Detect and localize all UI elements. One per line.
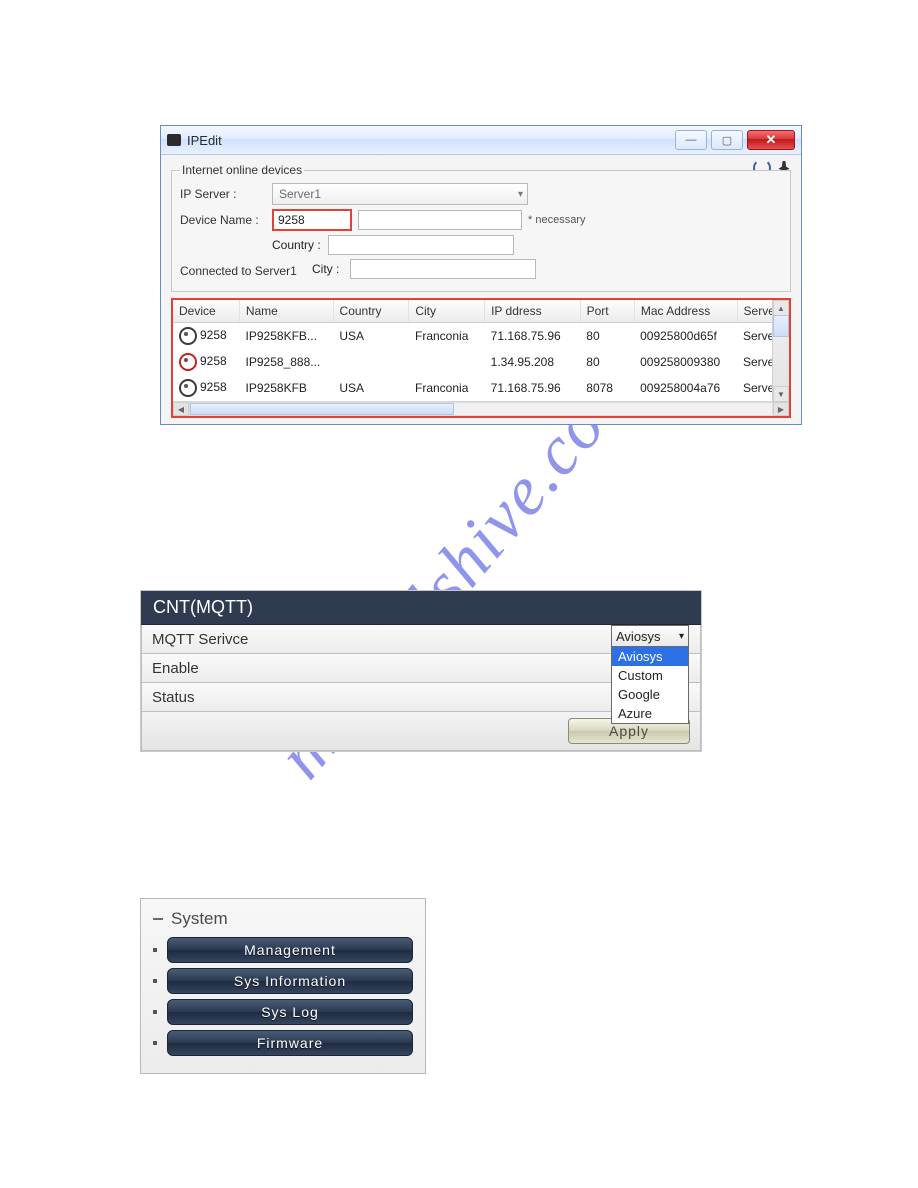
col-ip[interactable]: IP ddress xyxy=(485,300,581,322)
ipedit-window: IPEdit — ▢ ✕ Connect Disconnect xyxy=(160,125,802,425)
country-label: Country : xyxy=(272,238,322,252)
scroll-left-icon[interactable]: ◀ xyxy=(173,402,189,416)
select-dropdown: AviosysCustomGoogleAzure xyxy=(611,647,689,724)
devicename-input[interactable]: 9258 xyxy=(272,209,352,231)
device-status-icon xyxy=(179,379,197,397)
bullet-icon xyxy=(153,948,157,952)
group-title: Internet online devices xyxy=(180,163,304,177)
ipserver-label: IP Server : xyxy=(180,187,266,201)
client-area: Connect Disconnect Search Internet onlin… xyxy=(161,155,801,424)
device-status-icon xyxy=(179,353,197,371)
ipserver-combo[interactable]: Server1 xyxy=(272,183,528,205)
select-option[interactable]: Aviosys xyxy=(612,647,688,666)
system-button[interactable]: Firmware xyxy=(167,1030,413,1056)
devicename-input-ext[interactable] xyxy=(358,210,522,230)
system-menu: System Management Sys Information Sys Log F… xyxy=(140,898,426,1074)
devices-group: Internet online devices IP Server : Serv… xyxy=(171,163,791,292)
device-status-icon xyxy=(179,327,197,345)
mqtt-service-select[interactable]: Aviosys AviosysCustomGoogleAzure xyxy=(611,625,689,724)
select-current[interactable]: Aviosys xyxy=(611,625,689,647)
col-mac[interactable]: Mac Address xyxy=(635,300,738,322)
col-port[interactable]: Port xyxy=(581,300,635,322)
mqtt-enable-label: Enable xyxy=(142,656,209,681)
system-button[interactable]: Sys Log xyxy=(167,999,413,1025)
select-option[interactable]: Azure xyxy=(612,704,688,723)
grid-header: Device Name Country City IP ddress Port … xyxy=(173,300,789,323)
bullet-icon xyxy=(153,1041,157,1045)
system-item: Sys Log xyxy=(153,999,413,1025)
system-item: Management xyxy=(153,937,413,963)
bullet-icon xyxy=(153,1010,157,1014)
titlebar: IPEdit — ▢ ✕ xyxy=(161,126,801,155)
select-option[interactable]: Google xyxy=(612,685,688,704)
table-row[interactable]: 9258IP9258_888...1.34.95.208800092580093… xyxy=(173,349,789,375)
window-title: IPEdit xyxy=(187,133,222,148)
col-city[interactable]: City xyxy=(409,300,485,322)
system-button[interactable]: Sys Information xyxy=(167,968,413,994)
city-label: City : xyxy=(312,262,344,276)
device-grid: Device Name Country City IP ddress Port … xyxy=(171,298,791,418)
devicename-label: Device Name : xyxy=(180,213,266,227)
mqtt-panel: CNT(MQTT) MQTT Serivce Enable Status App… xyxy=(140,590,702,752)
col-country[interactable]: Country xyxy=(334,300,410,322)
city-input[interactable] xyxy=(350,259,536,279)
system-item: Sys Information xyxy=(153,968,413,994)
mqtt-header: CNT(MQTT) xyxy=(141,591,701,625)
system-header[interactable]: System xyxy=(153,909,413,929)
hscroll-track[interactable] xyxy=(189,402,773,416)
maximize-button[interactable]: ▢ xyxy=(711,130,743,150)
system-header-label: System xyxy=(171,909,228,929)
mqtt-status-label: Status xyxy=(142,685,205,710)
table-row[interactable]: 9258IP9258KFB...USAFranconia71.168.75.96… xyxy=(173,323,789,349)
hscroll-thumb[interactable] xyxy=(190,403,454,415)
system-button[interactable]: Management xyxy=(167,937,413,963)
country-input[interactable] xyxy=(328,235,514,255)
necessary-label: * necessary xyxy=(528,214,585,226)
col-device[interactable]: Device xyxy=(173,300,240,322)
system-item: Firmware xyxy=(153,1030,413,1056)
scroll-up-icon[interactable]: ▲ xyxy=(773,300,789,316)
select-option[interactable]: Custom xyxy=(612,666,688,685)
bullet-icon xyxy=(153,979,157,983)
scroll-thumb[interactable] xyxy=(773,315,789,337)
horizontal-scrollbar[interactable]: ◀ ▶ xyxy=(173,401,789,416)
col-name[interactable]: Name xyxy=(240,300,334,322)
vertical-scrollbar[interactable]: ▲ ▼ xyxy=(772,300,789,402)
scroll-right-icon[interactable]: ▶ xyxy=(773,402,789,416)
collapse-icon xyxy=(153,918,163,920)
mqtt-service-label: MQTT Serivce xyxy=(142,627,258,652)
scroll-down-icon[interactable]: ▼ xyxy=(773,386,789,402)
table-row[interactable]: 9258IP9258KFBUSAFranconia71.168.75.96807… xyxy=(173,375,789,401)
close-button[interactable]: ✕ xyxy=(747,130,795,150)
connection-status: Connected to Server1 xyxy=(180,264,306,278)
app-icon xyxy=(167,134,181,146)
minimize-button[interactable]: — xyxy=(675,130,707,150)
